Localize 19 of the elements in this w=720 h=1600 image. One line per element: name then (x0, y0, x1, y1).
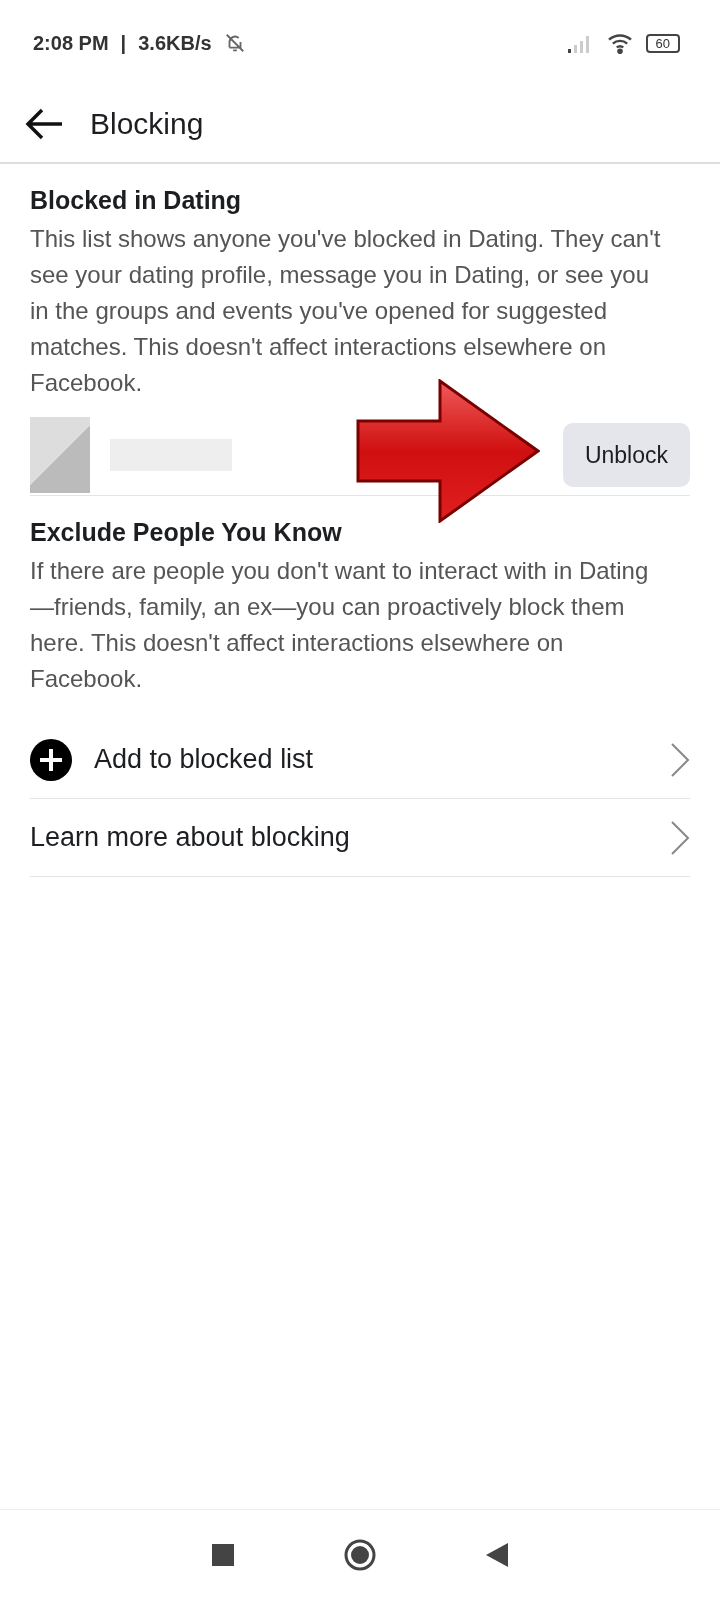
status-time: 2:08 PM (33, 31, 109, 55)
chevron-right-icon (670, 741, 690, 778)
battery-level: 60 (645, 33, 680, 53)
plus-circle-icon (30, 738, 72, 781)
section-description: If there are people you don't want to interact with in Dating—friends, family, an ex—you can proactively block them here. This doesn't affect interactions elsewhere on Facebook. (30, 556, 650, 694)
back-nav-button[interactable] (486, 1543, 508, 1567)
page-title: Blocking (90, 107, 204, 141)
back-button[interactable] (24, 108, 64, 140)
learn-more-link[interactable]: Learn more about blocking (30, 799, 690, 877)
bell-off-icon (223, 32, 246, 54)
home-button[interactable] (344, 1539, 376, 1571)
unblock-button[interactable]: Unblock (562, 423, 690, 487)
network-speed: 3.6KB/s (138, 31, 212, 55)
add-to-list-item[interactable]: Add to blocked list (30, 721, 690, 799)
section-title: Exclude People You Know (30, 518, 343, 547)
chevron-right-icon (670, 819, 690, 856)
section-title: Blocked in Dating (30, 186, 243, 215)
status-separator: | (120, 31, 127, 55)
section-description: This list shows anyone you've blocked in Dating. They can't see your dating profile, message you in Dating, or see you in the groups and events you've opened for suggested matches. This doesn't affect interactions elsewhere on Facebook. (30, 224, 662, 398)
